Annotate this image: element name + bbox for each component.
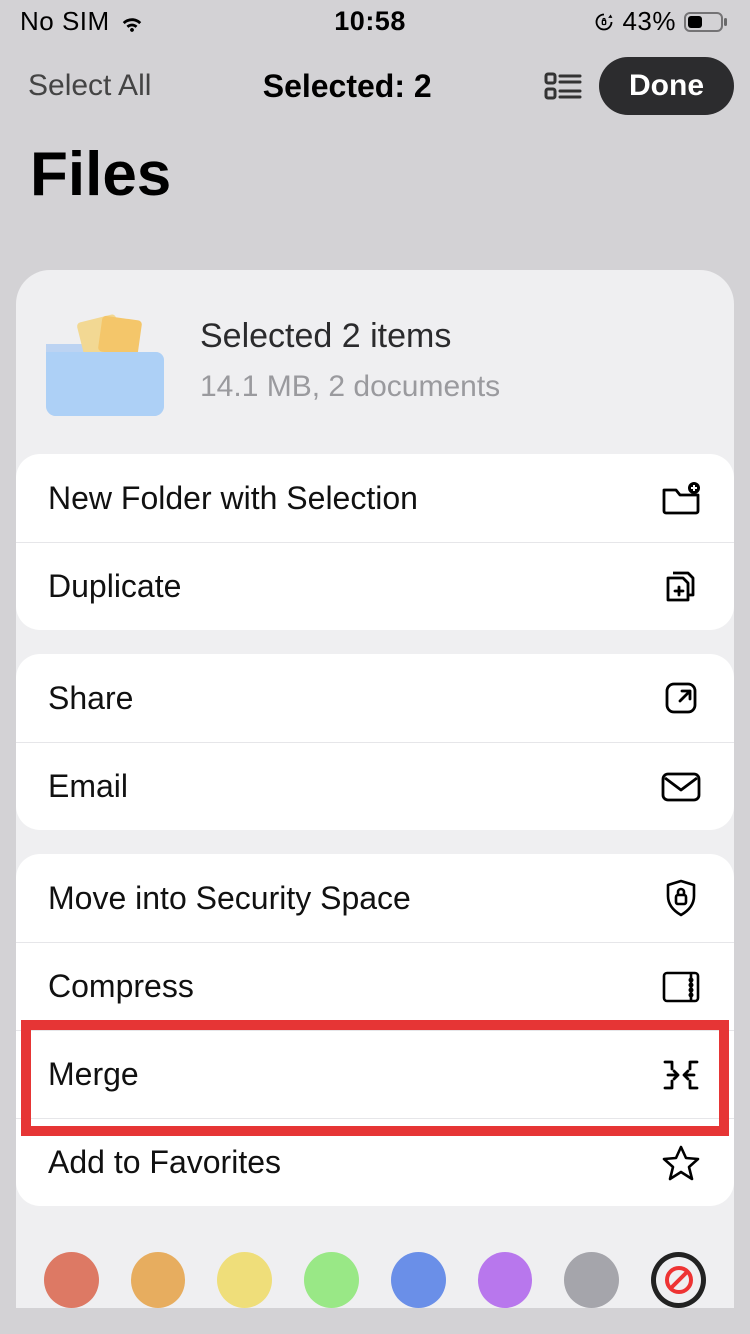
color-swatch[interactable] xyxy=(131,1252,186,1308)
clear-color-icon[interactable] xyxy=(651,1252,706,1308)
duplicate-button[interactable]: Duplicate xyxy=(16,542,734,630)
shield-lock-icon xyxy=(660,877,702,919)
color-tags-row xyxy=(16,1230,734,1308)
action-group-2: Share Email xyxy=(16,654,734,830)
color-swatch[interactable] xyxy=(44,1252,99,1308)
color-swatch[interactable] xyxy=(391,1252,446,1308)
summary-title: Selected 2 items xyxy=(200,317,500,356)
clock-text: 10:58 xyxy=(334,6,406,37)
done-button[interactable]: Done xyxy=(599,57,734,115)
mail-icon xyxy=(660,766,702,808)
color-swatch[interactable] xyxy=(304,1252,359,1308)
view-toggle-icon[interactable] xyxy=(543,68,583,104)
share-button[interactable]: Share xyxy=(16,654,734,742)
carrier-text: No SIM xyxy=(20,6,110,37)
email-button[interactable]: Email xyxy=(16,742,734,830)
merge-icon xyxy=(660,1054,702,1096)
action-label: Merge xyxy=(48,1056,139,1093)
battery-icon xyxy=(684,12,728,32)
nav-header: Select All Selected: 2 Done xyxy=(0,43,750,121)
select-all-button[interactable]: Select All xyxy=(28,69,151,103)
status-bar: No SIM 10:58 43% xyxy=(0,0,750,43)
action-label: Share xyxy=(48,680,133,717)
color-swatch[interactable] xyxy=(564,1252,619,1308)
share-icon xyxy=(660,677,702,719)
star-icon xyxy=(660,1142,702,1184)
selection-count: Selected: 2 xyxy=(167,68,527,105)
folder-plus-icon xyxy=(660,477,702,519)
action-label: Compress xyxy=(48,968,194,1005)
folder-illustration-icon xyxy=(38,304,164,416)
action-label: Move into Security Space xyxy=(48,880,411,917)
wifi-icon xyxy=(118,11,146,33)
archive-icon xyxy=(660,966,702,1008)
action-group-3: Move into Security Space Compress Merge … xyxy=(16,854,734,1206)
action-label: Add to Favorites xyxy=(48,1144,281,1181)
selection-summary: Selected 2 items 14.1 MB, 2 documents xyxy=(16,270,734,446)
compress-button[interactable]: Compress xyxy=(16,942,734,1030)
color-swatch[interactable] xyxy=(478,1252,533,1308)
summary-subtitle: 14.1 MB, 2 documents xyxy=(200,370,500,404)
add-favorites-button[interactable]: Add to Favorites xyxy=(16,1118,734,1206)
duplicate-icon xyxy=(660,566,702,608)
new-folder-button[interactable]: New Folder with Selection xyxy=(16,454,734,542)
action-group-1: New Folder with Selection Duplicate xyxy=(16,454,734,630)
merge-button[interactable]: Merge xyxy=(16,1030,734,1118)
page-title: Files xyxy=(0,121,750,210)
action-label: New Folder with Selection xyxy=(48,480,418,517)
action-label: Email xyxy=(48,768,128,805)
action-label: Duplicate xyxy=(48,568,181,605)
actions-card: Selected 2 items 14.1 MB, 2 documents Ne… xyxy=(16,270,734,1308)
rotation-lock-icon xyxy=(594,12,614,32)
move-security-button[interactable]: Move into Security Space xyxy=(16,854,734,942)
color-swatch[interactable] xyxy=(217,1252,272,1308)
battery-text: 43% xyxy=(622,6,676,37)
